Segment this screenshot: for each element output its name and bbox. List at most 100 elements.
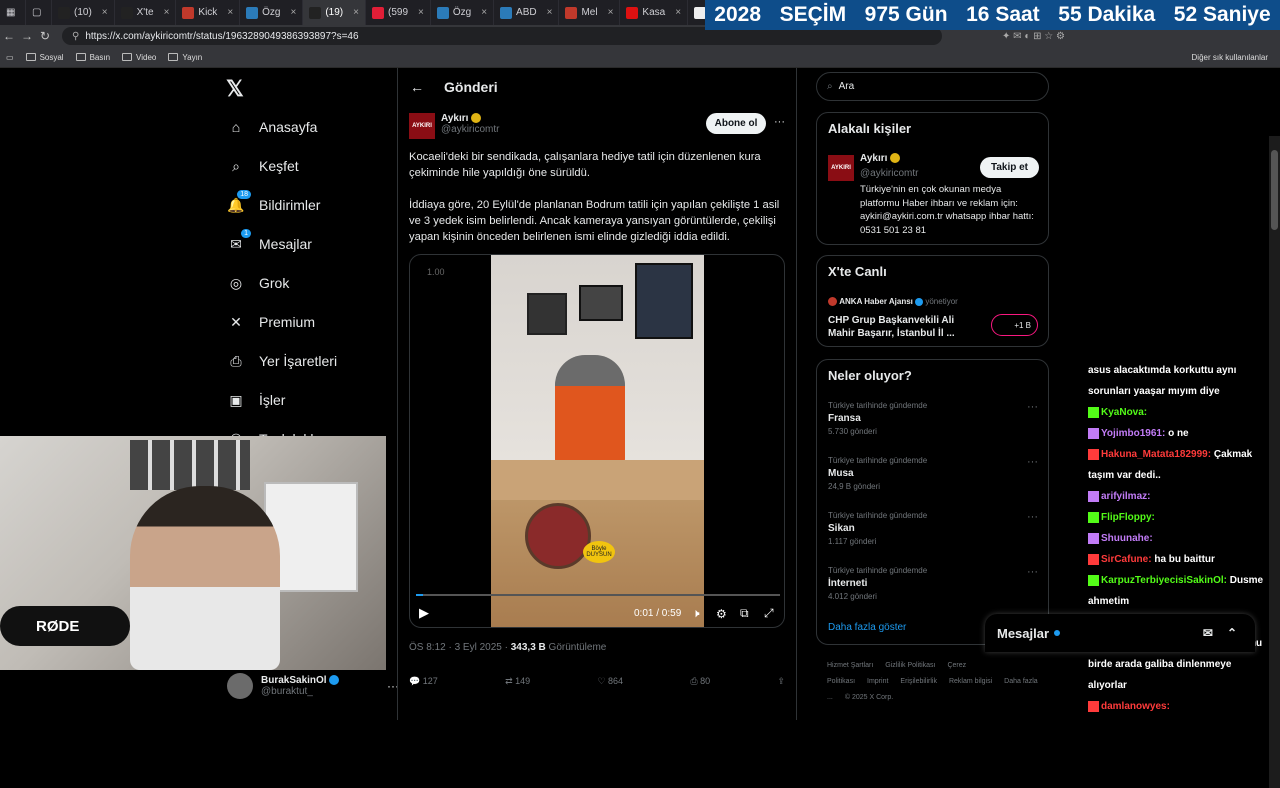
browser-tab[interactable]: (19) × bbox=[303, 0, 366, 25]
sidebar-item-home[interactable]: ⌂ Anasayfa bbox=[227, 118, 318, 136]
author-handle[interactable]: @aykiricomtr bbox=[441, 124, 500, 135]
subscribe-button[interactable]: Abone ol bbox=[706, 113, 766, 134]
footer-link[interactable]: Hizmet Şartları bbox=[827, 662, 873, 669]
sidebar-item-search[interactable]: ⌕ Keşfet bbox=[227, 157, 299, 175]
repost-button[interactable]: ⇄ 149 bbox=[505, 676, 530, 687]
related-name[interactable]: Aykırı bbox=[860, 153, 887, 164]
browser-tab[interactable]: ABD × bbox=[494, 0, 560, 25]
trend-item[interactable]: Türkiye tarihinde gündemde İnterneti 4.012… bbox=[828, 566, 1038, 601]
like-button[interactable]: ♡ 864 bbox=[597, 676, 623, 687]
tab-close-icon[interactable]: × bbox=[547, 7, 553, 18]
author-avatar[interactable]: AYKIRI bbox=[409, 113, 435, 139]
chat-username[interactable]: KarpuzTerbiyecisiSakinOl: bbox=[1101, 575, 1227, 586]
chat-username[interactable]: Shuunahe: bbox=[1101, 533, 1153, 544]
video-player[interactable]: 1.00 Böyle DUYSUN ▶ 0:01 / 0:59 🕨 ⚙ ⧉ ⤢ bbox=[409, 254, 785, 628]
trend-item[interactable]: Türkiye tarihinde gündemde Sikan 1.117 gön… bbox=[828, 511, 1038, 546]
more-icon[interactable]: ··· bbox=[1027, 511, 1038, 523]
bookmark-button[interactable]: ⎙ 80 bbox=[690, 676, 710, 687]
reading-list-icon[interactable]: ▭ bbox=[6, 53, 14, 62]
chat-username[interactable]: SirCafune: bbox=[1101, 554, 1152, 565]
chat-username[interactable]: KyaNova: bbox=[1101, 407, 1147, 418]
sidebar-item-briefcase[interactable]: ▣ İşler bbox=[227, 391, 285, 409]
footer-link[interactable]: Reklam bilgisi bbox=[949, 678, 992, 685]
chat-message: damlanowyes: bbox=[1088, 696, 1270, 714]
browser-tab[interactable]: (10) × bbox=[52, 0, 115, 25]
scrollbar-thumb[interactable] bbox=[1271, 150, 1278, 230]
chat-username[interactable]: damlanowyes: bbox=[1101, 701, 1170, 712]
bookmark-folder[interactable]: Sosyal bbox=[25, 53, 64, 62]
tab-strip-button[interactable]: ▢ bbox=[26, 0, 52, 25]
search-input[interactable]: Ara bbox=[839, 81, 855, 92]
more-icon[interactable]: ··· bbox=[1027, 566, 1038, 578]
tab-close-icon[interactable]: × bbox=[102, 7, 108, 18]
tab-close-icon[interactable]: × bbox=[481, 7, 487, 18]
post-more-icon[interactable]: ··· bbox=[774, 116, 785, 128]
live-text[interactable]: CHP Grup Başkanvekili Ali Mahir Başarır,… bbox=[828, 314, 968, 340]
browser-tab[interactable]: (599 × bbox=[366, 0, 431, 25]
browser-tab[interactable]: Kick × bbox=[176, 0, 241, 25]
compose-message-icon[interactable]: ✉ bbox=[1203, 626, 1213, 640]
footer-link[interactable]: Erişilebilirlik bbox=[900, 678, 937, 685]
browser-menu-button[interactable]: ▦ bbox=[0, 0, 26, 25]
reply-button[interactable]: 💬 127 bbox=[409, 676, 438, 687]
tab-close-icon[interactable]: × bbox=[164, 7, 170, 18]
play-icon[interactable]: ▶ bbox=[419, 605, 429, 621]
tab-close-icon[interactable]: × bbox=[675, 7, 681, 18]
back-arrow-icon[interactable]: ← bbox=[410, 79, 424, 95]
video-progress-track[interactable] bbox=[416, 594, 780, 596]
profile-switcher[interactable]: BurakSakinOl @buraktut_ ··· bbox=[227, 668, 399, 704]
browser-tab[interactable]: Özg × bbox=[240, 0, 304, 25]
page-scrollbar[interactable] bbox=[1269, 136, 1280, 788]
live-host[interactable]: ANKA Haber Ajansı bbox=[839, 297, 913, 306]
bookmark-folder[interactable]: Yayın bbox=[168, 53, 202, 62]
reload-icon[interactable]: ↻ bbox=[36, 29, 54, 43]
tab-close-icon[interactable]: × bbox=[608, 7, 614, 18]
sidebar-item-mail[interactable]: ✉ 1 Mesajlar bbox=[227, 229, 312, 253]
post-author[interactable]: AYKIRI Aykırı @aykiricomtr bbox=[409, 113, 500, 139]
follow-button[interactable]: Takip et bbox=[980, 157, 1039, 178]
author-name[interactable]: Aykırı bbox=[441, 113, 468, 124]
live-listeners-badge[interactable]: +1 B bbox=[991, 314, 1038, 336]
post-views: 343,3 B bbox=[510, 642, 546, 653]
browser-tab[interactable]: Kasa × bbox=[620, 0, 689, 25]
home-icon: ⌂ bbox=[231, 119, 241, 135]
pip-icon[interactable]: ⧉ bbox=[740, 606, 749, 621]
sidebar-item-grok[interactable]: ◎ Grok bbox=[227, 274, 289, 292]
tab-close-icon[interactable]: × bbox=[291, 7, 297, 18]
mute-icon[interactable]: 🕨 bbox=[692, 606, 700, 621]
back-icon[interactable]: ← bbox=[0, 29, 18, 43]
more-icon[interactable]: ··· bbox=[1027, 401, 1038, 413]
search-box[interactable]: ⌕ Ara bbox=[816, 72, 1049, 101]
more-icon[interactable]: ··· bbox=[1027, 456, 1038, 468]
forward-icon[interactable]: → bbox=[18, 29, 36, 43]
browser-tab[interactable]: Mel × bbox=[559, 0, 621, 25]
trend-item[interactable]: Türkiye tarihinde gündemde Musa 24,9 B gön… bbox=[828, 456, 1038, 491]
show-more-link[interactable]: Daha fazla göster bbox=[828, 622, 906, 633]
extensions-icon[interactable]: ✦ ✉ ◐ ⊞ ☆ ⚙ bbox=[1002, 31, 1065, 42]
chat-username[interactable]: Hakuna_Matata182999: bbox=[1101, 449, 1211, 460]
tab-close-icon[interactable]: × bbox=[353, 7, 359, 18]
footer-link[interactable]: Imprint bbox=[867, 678, 888, 685]
tab-close-icon[interactable]: × bbox=[418, 7, 424, 18]
tab-close-icon[interactable]: × bbox=[227, 7, 233, 18]
messages-drawer[interactable]: Mesajlar ✉ ⌃ bbox=[985, 614, 1255, 652]
browser-tab[interactable]: Özg × bbox=[431, 0, 495, 25]
chat-username[interactable]: Yojimbo1961: bbox=[1101, 428, 1165, 439]
expand-up-icon[interactable]: ⌃ bbox=[1227, 626, 1237, 640]
bookmark-folder[interactable]: Basın bbox=[75, 53, 110, 62]
x-logo-icon[interactable]: 𝕏 bbox=[226, 76, 244, 102]
other-bookmarks[interactable]: Diğer sık kullanılanlar bbox=[1192, 53, 1268, 62]
settings-icon[interactable]: ⚙ bbox=[716, 607, 727, 621]
fullscreen-icon[interactable]: ⤢ bbox=[764, 606, 774, 621]
chat-username[interactable]: arifyilmaz: bbox=[1101, 491, 1150, 502]
browser-tab[interactable]: X'te × bbox=[115, 0, 177, 25]
footer-link[interactable]: Gizlilik Politikası bbox=[885, 662, 935, 669]
sidebar-item-bell[interactable]: 🔔 18 Bildirimler bbox=[227, 190, 320, 214]
bookmark-folder[interactable]: Video bbox=[122, 53, 156, 62]
related-avatar[interactable]: AYKIRI bbox=[828, 155, 854, 181]
sidebar-item-bookmark[interactable]: ⎙ Yer İşaretleri bbox=[227, 352, 337, 370]
sidebar-item-x[interactable]: ✕ Premium bbox=[227, 313, 315, 331]
trend-item[interactable]: Türkiye tarihinde gündemde Fransa 5.730 gö… bbox=[828, 401, 1038, 436]
share-icon[interactable]: ⇪ bbox=[777, 676, 785, 687]
chat-username[interactable]: FlipFloppy: bbox=[1101, 512, 1155, 523]
